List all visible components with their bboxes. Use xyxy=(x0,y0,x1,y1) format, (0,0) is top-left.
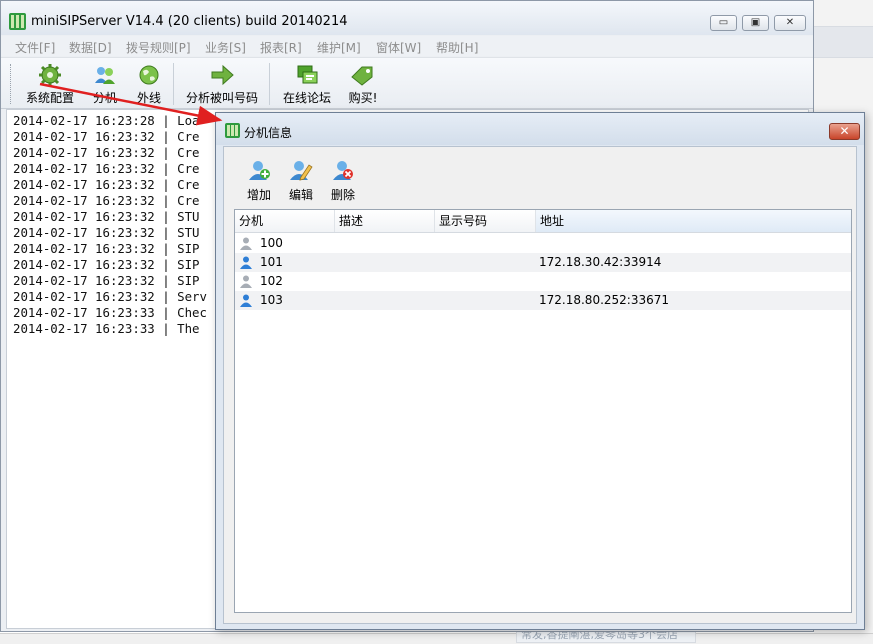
forum-icon xyxy=(297,65,318,84)
users-icon xyxy=(95,67,115,84)
extension-button[interactable]: 分机 xyxy=(89,63,121,106)
table-row[interactable]: 101 172.18.30.42:33914 xyxy=(235,253,851,272)
system-config-button[interactable]: 系统配置 xyxy=(23,63,77,106)
main-titlebar[interactable]: miniSIPServer V14.4 (20 clients) build 2… xyxy=(1,1,813,35)
add-user-icon xyxy=(249,161,270,180)
background-bottom-strip xyxy=(0,633,873,644)
edit-user-icon xyxy=(290,161,313,181)
buy-label: 购买! xyxy=(348,91,378,105)
log-line: 2014-02-17 16:23:32 | SIP xyxy=(13,273,200,288)
table-row[interactable]: 100 xyxy=(235,234,851,253)
cell-address: 172.18.80.252:33671 xyxy=(539,293,670,307)
menu-window[interactable]: 窗体[W] xyxy=(376,39,421,56)
extension-label: 分机 xyxy=(92,91,117,105)
restore-button[interactable]: ▣ xyxy=(742,15,769,31)
window-title: miniSIPServer V14.4 (20 clients) build 2… xyxy=(31,14,348,29)
dialog-titlebar[interactable]: 分机信息 ✕ xyxy=(216,113,864,145)
user-offline-icon xyxy=(240,237,252,250)
menu-reports[interactable]: 报表[R] xyxy=(260,39,302,56)
log-line: 2014-02-17 16:23:28 | Loa xyxy=(13,113,200,128)
dialog-body: 增加 编辑 删除 分机 描述 显示号码 地址 ˆ 100 101 172.18.… xyxy=(223,146,857,624)
cell-extension: 102 xyxy=(260,274,283,288)
sort-indicator-icon: ˆ xyxy=(687,209,692,214)
online-forum-label: 在线论坛 xyxy=(282,91,331,105)
buy-button[interactable]: 购买! xyxy=(345,63,381,106)
user-online-icon xyxy=(240,256,252,269)
menu-dial-rules[interactable]: 拨号规则[P] xyxy=(126,39,191,56)
cell-extension: 103 xyxy=(260,293,283,307)
dialog-title: 分机信息 xyxy=(244,126,293,140)
toolbar-grip[interactable] xyxy=(10,64,14,104)
edit-button[interactable]: 编辑 xyxy=(286,159,316,203)
add-label: 增加 xyxy=(246,188,271,202)
arrow-right-icon xyxy=(211,64,234,86)
toolbar-separator xyxy=(173,63,174,105)
dialog-logo-icon xyxy=(225,123,240,138)
log-line: 2014-02-17 16:23:32 | Cre xyxy=(13,193,200,208)
main-toolbar: 系统配置 分机 外线 分析被叫号码 在线论坛 购买! xyxy=(1,57,813,109)
minimize-button[interactable]: ▭ xyxy=(710,15,737,31)
trunk-button[interactable]: 外线 xyxy=(132,63,166,106)
extension-list[interactable]: 分机 描述 显示号码 地址 ˆ 100 101 172.18.30.42:339… xyxy=(234,209,852,613)
log-line: 2014-02-17 16:23:32 | STU xyxy=(13,225,200,240)
delete-user-icon xyxy=(333,161,353,180)
log-line: 2014-02-17 16:23:32 | Serv xyxy=(13,289,207,304)
cell-extension: 101 xyxy=(260,255,283,269)
analyze-called-label: 分析被叫号码 xyxy=(185,91,258,105)
log-line: 2014-02-17 16:23:33 | Chec xyxy=(13,305,207,320)
gear-icon xyxy=(39,64,61,86)
cell-address: 172.18.30.42:33914 xyxy=(539,255,662,269)
globe-icon xyxy=(139,65,159,85)
edit-label: 编辑 xyxy=(288,188,313,202)
dialog-close-button[interactable]: ✕ xyxy=(829,123,860,140)
menu-data[interactable]: 数据[D] xyxy=(69,39,112,56)
user-online-icon xyxy=(240,294,252,307)
system-config-label: 系统配置 xyxy=(25,91,74,105)
log-line: 2014-02-17 16:23:32 | STU xyxy=(13,209,200,224)
close-button[interactable]: ✕ xyxy=(774,15,806,31)
table-row[interactable]: 102 xyxy=(235,272,851,291)
user-offline-icon xyxy=(240,275,252,288)
tag-icon xyxy=(351,66,373,86)
log-line: 2014-02-17 16:23:32 | SIP xyxy=(13,257,200,272)
menu-help[interactable]: 帮助[H] xyxy=(436,39,478,56)
delete-label: 删除 xyxy=(330,188,355,202)
column-description[interactable]: 描述 xyxy=(335,210,435,232)
list-header: 分机 描述 显示号码 地址 ˆ xyxy=(235,210,851,233)
online-forum-button[interactable]: 在线论坛 xyxy=(280,63,334,106)
app-logo-icon xyxy=(9,13,26,30)
add-button[interactable]: 增加 xyxy=(244,159,274,203)
column-extension[interactable]: 分机 xyxy=(235,210,335,232)
log-line: 2014-02-17 16:23:32 | Cre xyxy=(13,145,200,160)
log-line: 2014-02-17 16:23:32 | Cre xyxy=(13,161,200,176)
menu-services[interactable]: 业务[S] xyxy=(205,39,246,56)
background-band xyxy=(814,26,873,58)
menu-bar: 文件[F] 数据[D] 拨号规则[P] 业务[S] 报表[R] 维护[M] 窗体… xyxy=(1,36,813,56)
log-line: 2014-02-17 16:23:32 | Cre xyxy=(13,129,200,144)
column-display-number[interactable]: 显示号码 xyxy=(435,210,536,232)
trunk-label: 外线 xyxy=(136,91,161,105)
log-line: 2014-02-17 16:23:32 | Cre xyxy=(13,177,200,192)
menu-maintenance[interactable]: 维护[M] xyxy=(317,39,361,56)
cell-extension: 100 xyxy=(260,236,283,250)
log-line: 2014-02-17 16:23:33 | The xyxy=(13,321,200,336)
analyze-called-button[interactable]: 分析被叫号码 xyxy=(184,63,260,106)
extension-dialog: 分机信息 ✕ 增加 编辑 删除 分机 描述 显示号码 地址 ˆ 100 101 … xyxy=(215,112,865,630)
toolbar-separator xyxy=(269,63,270,105)
table-row[interactable]: 103 172.18.80.252:33671 xyxy=(235,291,851,310)
column-address[interactable]: 地址 xyxy=(536,210,851,232)
menu-file[interactable]: 文件[F] xyxy=(15,39,55,56)
log-line: 2014-02-17 16:23:32 | SIP xyxy=(13,241,200,256)
delete-button[interactable]: 删除 xyxy=(328,159,358,203)
